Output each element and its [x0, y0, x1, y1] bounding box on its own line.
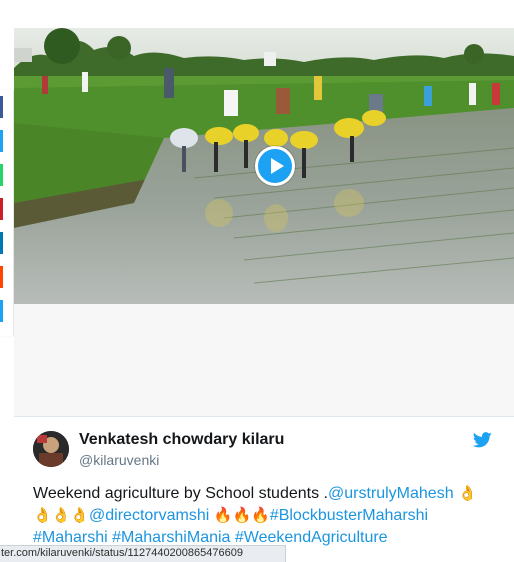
share-rail	[0, 90, 14, 336]
share-whatsapp-button[interactable]	[0, 164, 3, 186]
tweet-text: Weekend agriculture by School students .…	[33, 483, 503, 549]
mention-link[interactable]: @directorvamshi	[89, 507, 209, 524]
page: Venkatesh chowdary kilaru @kilaruvenki W…	[0, 0, 514, 562]
play-button[interactable]	[255, 146, 295, 186]
tweet-card[interactable]: Venkatesh chowdary kilaru @kilaruvenki W…	[14, 416, 514, 562]
fire-emoji-row: 🔥🔥🔥	[213, 507, 270, 524]
display-name[interactable]: Venkatesh chowdary kilaru	[79, 431, 284, 449]
avatar[interactable]	[33, 431, 69, 467]
user-handle[interactable]: @kilaruvenki	[79, 452, 159, 468]
avatar-image	[33, 431, 69, 467]
hashtag-link[interactable]: #BlockbusterMaharshi	[270, 507, 428, 524]
browser-status-url: ter.com/kilaruvenki/status/1127440200865…	[0, 545, 286, 562]
share-facebook-button[interactable]	[0, 96, 3, 118]
video-thumbnail[interactable]	[14, 28, 514, 304]
hashtag-link[interactable]: #WeekendAgriculture	[235, 529, 388, 546]
ok-hand-emoji-row: 👌👌👌	[33, 507, 90, 524]
twitter-bird-icon[interactable]	[473, 432, 492, 448]
hashtag-link[interactable]: #Maharshi	[33, 529, 108, 546]
share-linkedin-button[interactable]	[0, 232, 3, 254]
embed-spacer	[14, 304, 514, 416]
hashtag-link[interactable]: #MaharshiMania	[112, 529, 230, 546]
share-twitter-button[interactable]	[0, 130, 3, 152]
share-more-button[interactable]	[0, 300, 3, 322]
mention-link[interactable]: @urstrulyMahesh	[328, 485, 454, 502]
tweet-text-intro: Weekend agriculture by School students .	[33, 485, 328, 502]
ok-hand-emoji: 👌	[458, 485, 477, 502]
play-icon	[271, 158, 284, 174]
share-pinterest-button[interactable]	[0, 198, 3, 220]
share-reddit-button[interactable]	[0, 266, 3, 288]
